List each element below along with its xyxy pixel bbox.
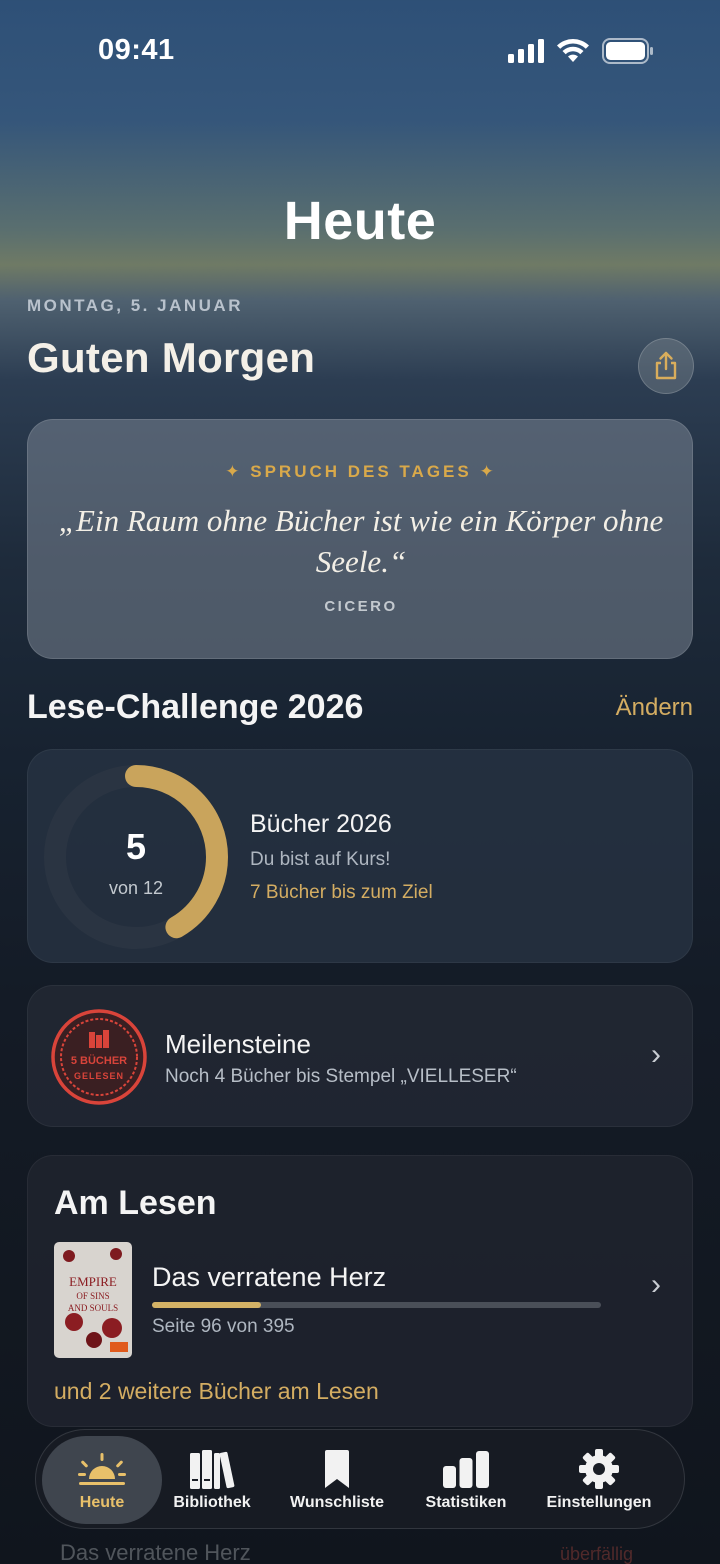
stamp-line-1: 5 BÜCHER: [71, 1054, 127, 1067]
books-read-count: 5: [125, 826, 147, 867]
milestones-subtitle: Noch 4 Bücher bis Stempel „VIELLESER“: [165, 1066, 517, 1087]
chevron-right-icon[interactable]: ›: [651, 1268, 661, 1302]
challenge-title: Bücher 2026: [250, 810, 392, 838]
challenge-remaining: 7 Bücher bis zum Ziel: [250, 882, 433, 903]
book-title[interactable]: Das verratene Herz: [152, 1262, 386, 1293]
date-label: MONTAG, 5. JANUAR: [27, 296, 243, 315]
quote-text: „Ein Raum ohne Bücher ist wie ein Körper…: [58, 503, 664, 579]
background-overdue-label: überfällig: [560, 1544, 634, 1564]
books-goal-label: von 12: [108, 878, 164, 898]
tab-label: Statistiken: [425, 1494, 507, 1511]
tab-label: Heute: [79, 1494, 125, 1511]
status-icons: [508, 38, 654, 64]
tab-label: Einstellungen: [546, 1494, 652, 1511]
quote-card: ✦ SPRUCH DES TAGES ✦ „Ein Raum ohne Büch…: [27, 419, 693, 659]
book-cover-art: EMPIRE OF SINS AND SOULS: [54, 1242, 132, 1358]
book-cover[interactable]: EMPIRE OF SINS AND SOULS: [54, 1242, 132, 1358]
status-time: 09:41: [98, 34, 175, 66]
share-button[interactable]: [638, 338, 694, 394]
more-books-link[interactable]: und 2 weitere Bücher am Lesen: [54, 1378, 379, 1405]
stamp-badge-icon: 5 BÜCHER GELESEN: [51, 1009, 147, 1105]
books-icon: [190, 1450, 235, 1489]
reading-section-title: Am Lesen: [54, 1184, 217, 1222]
tab-label: Wunschliste: [290, 1494, 384, 1511]
share-icon: [655, 351, 677, 380]
tab-wunschliste[interactable]: Wunschliste: [276, 1430, 398, 1530]
currently-reading-card: Am Lesen EMPIRE OF SINS AND SOULS Das ve…: [27, 1155, 693, 1427]
tab-bibliothek[interactable]: Bibliothek: [162, 1430, 262, 1530]
page-title: Heute: [283, 191, 437, 251]
gear-icon: [579, 1449, 619, 1489]
tab-bar: Heute Bibliothek Wunschliste Statistiken…: [35, 1429, 685, 1529]
svg-text:AND SOULS: AND SOULS: [68, 1303, 118, 1313]
reading-progress-bar: [152, 1302, 601, 1308]
sunrise-icon: [78, 1453, 126, 1485]
challenge-status: Du bist auf Kurs!: [250, 849, 391, 870]
svg-text:OF SINS: OF SINS: [76, 1291, 109, 1301]
chevron-right-icon: ›: [651, 1038, 661, 1071]
greeting-heading: Guten Morgen: [27, 334, 316, 381]
tab-statistiken[interactable]: Statistiken: [411, 1430, 521, 1530]
change-challenge-button[interactable]: Ändern: [616, 694, 693, 722]
book-page-progress: Seite 96 von 395: [152, 1316, 295, 1337]
milestones-card[interactable]: 5 BÜCHER GELESEN Meilensteine Noch 4 Büc…: [27, 985, 693, 1127]
cellular-signal-icon: [508, 39, 544, 63]
quote-author: CICERO: [324, 598, 398, 615]
tab-label: Bibliothek: [173, 1494, 251, 1511]
battery-icon: [602, 38, 653, 64]
bookmark-icon: [325, 1450, 349, 1488]
reading-progress-fill: [152, 1302, 262, 1308]
milestones-title: Meilensteine: [165, 1029, 311, 1059]
tab-heute[interactable]: Heute: [42, 1430, 162, 1530]
tab-einstellungen[interactable]: Einstellungen: [536, 1430, 662, 1530]
challenge-card[interactable]: 5 von 12 Bücher 2026 Du bist auf Kurs! 7…: [27, 749, 693, 963]
quote-label: ✦ SPRUCH DES TAGES ✦: [225, 462, 497, 481]
stamp-line-2: GELESEN: [74, 1071, 124, 1081]
wifi-icon: [557, 39, 589, 62]
bar-chart-icon: [443, 1451, 489, 1488]
svg-text:EMPIRE: EMPIRE: [69, 1274, 117, 1289]
background-list-item: Das verratene Herz: [60, 1540, 251, 1564]
challenge-section-title: Lese-Challenge 2026: [27, 688, 364, 726]
